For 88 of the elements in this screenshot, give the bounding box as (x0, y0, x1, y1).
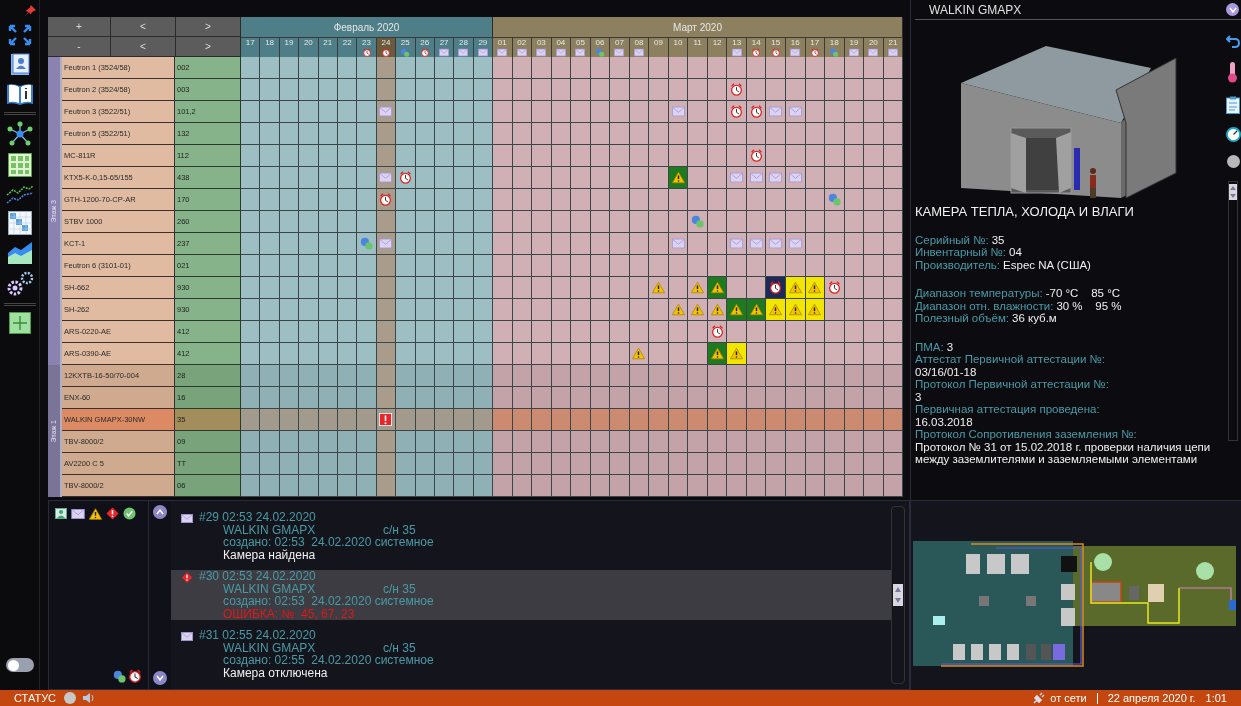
day-header[interactable]: 18 (260, 37, 280, 57)
day-header[interactable]: 09 (649, 37, 669, 57)
day-header[interactable]: 17 (241, 37, 261, 57)
nav-button[interactable]: - (48, 37, 111, 57)
day-header[interactable]: 23 (357, 37, 377, 57)
device-name: WALKIN GMAPX (223, 582, 317, 595)
day-header[interactable]: 11 (688, 37, 708, 57)
day-header[interactable]: 07 (610, 37, 630, 57)
log-entry[interactable]: #31 02:55 24.02.2020 WALKIN GMAPX с/н 35 создано: 02:55 24.02.2020 системное Камера отключена (171, 629, 891, 679)
day-header[interactable]: 16 (785, 37, 806, 57)
log-message: Камера отключена (222, 666, 329, 679)
field-label: Инвентарный №: (915, 246, 1007, 259)
day-header[interactable]: 18 (825, 37, 845, 57)
nav-button[interactable]: + (48, 17, 111, 37)
field-label: Серийный №: (915, 233, 989, 246)
field-label: Производитель: (915, 258, 1001, 271)
field-label: Полезный объём: (915, 312, 1010, 325)
day-header[interactable]: 28 (454, 37, 474, 57)
day-header[interactable]: 20 (864, 37, 884, 57)
device-name: WALKIN GMAPX (223, 523, 317, 536)
field-label: Диапазон отн. влажности: (915, 299, 1054, 312)
status-label: СТАТУС (14, 690, 57, 706)
field-value: 03/16/01-18 (915, 365, 978, 378)
day-header[interactable]: 01 (493, 37, 513, 57)
field-label: ПМА: (915, 340, 944, 353)
log-entry-header: #30 02:53 24.02.2020 (199, 570, 317, 583)
day-header[interactable]: 27 (434, 37, 455, 57)
day-header[interactable]: 21 (883, 37, 904, 57)
log-entry-header: #29 02:53 24.02.2020 (199, 511, 317, 524)
status-time: 1:01 (1205, 690, 1227, 706)
field-value: Протокол № 31 от 15.02.2018 г. проверки наличия цепи между заземлителями и заземляемыми элементами (915, 440, 1212, 466)
field-value: 35 (991, 233, 1005, 246)
day-header[interactable]: 19 (844, 37, 865, 57)
created-info: создано: 02:53 24.02.2020 системное (222, 536, 434, 549)
day-header[interactable]: 15 (766, 37, 786, 57)
day-header[interactable]: 22 (337, 37, 358, 57)
log-entry[interactable]: #29 02:53 24.02.2020 WALKIN GMAPX с/н 35 создано: 02:53 24.02.2020 системное Камера найдена (171, 511, 891, 561)
field-value: Espec NA (США) (1003, 258, 1091, 271)
nav-button[interactable]: > (176, 37, 241, 57)
power-source: от сети (1050, 690, 1087, 706)
field-value: -70 °C 85 °C (1045, 287, 1121, 300)
day-header[interactable]: 17 (805, 37, 826, 57)
device-heading: КАМЕРА ТЕПЛА, ХОЛОДА И ВЛАГИ (915, 203, 1135, 221)
day-header[interactable]: 24 (376, 37, 397, 57)
device-name: WALKIN GMAPX (223, 641, 317, 654)
day-header[interactable]: 05 (571, 37, 591, 57)
day-header[interactable]: 29 (473, 37, 494, 57)
log-message: Камера найдена (222, 548, 317, 561)
day-header[interactable]: 19 (279, 37, 300, 57)
nav-button[interactable]: > (176, 17, 241, 37)
day-header[interactable]: 13 (727, 37, 747, 57)
field-value: 04 (1009, 246, 1022, 259)
field-value: 36 куб.м (1012, 312, 1057, 325)
day-header[interactable]: 08 (629, 37, 650, 57)
log-entry-header: #31 02:55 24.02.2020 (199, 629, 317, 642)
nav-button[interactable]: < (111, 17, 176, 37)
field-label: Диапазон температуры: (915, 287, 1043, 300)
day-header[interactable]: 06 (590, 37, 611, 57)
day-header[interactable]: 03 (532, 37, 552, 57)
field-label: Первичная аттестация проведена: (915, 403, 1101, 416)
panel-title: WALKIN GMAPX (929, 1, 1023, 19)
day-header[interactable]: 21 (318, 37, 338, 57)
log-entry[interactable]: #30 02:53 24.02.2020 WALKIN GMAPX с/н 35 создано: 02:53 24.02.2020 системное ОШИБКА: № 45, 67, 23 (171, 570, 891, 620)
day-header[interactable]: 25 (396, 37, 416, 57)
field-value: 3 (915, 390, 923, 403)
serial-number: с/н 35 (383, 641, 416, 654)
day-header[interactable]: 04 (551, 37, 572, 57)
log-message: ОШИБКА: № 45, 67, 23 (222, 607, 356, 620)
field-value: 30 % 95 % (1056, 299, 1122, 312)
day-header[interactable]: 20 (299, 37, 319, 57)
serial-number: с/н 35 (383, 523, 416, 536)
field-value: 16.03.2018 (915, 415, 974, 428)
created-info: создано: 02:55 24.02.2020 системное (222, 654, 434, 667)
serial-number: с/н 35 (383, 582, 416, 595)
day-header[interactable]: 02 (512, 37, 533, 57)
field-label: Протокол Первичной аттестации №: (915, 378, 1110, 391)
nav-button[interactable]: < (111, 37, 176, 57)
day-header[interactable]: 12 (707, 37, 728, 57)
month-header: Март 2020 (493, 17, 903, 37)
field-label: Протокол Сопротивления заземления №: (915, 428, 1138, 441)
field-label: Аттестат Первичной аттестации №: (915, 353, 1107, 366)
field-value: 3 (946, 340, 954, 353)
day-header[interactable]: 10 (668, 37, 689, 57)
day-header[interactable]: 26 (415, 37, 435, 57)
created-info: создано: 02:53 24.02.2020 системное (222, 595, 434, 608)
month-header: Февраль 2020 (241, 17, 493, 37)
day-header[interactable]: 14 (746, 37, 767, 57)
status-date: 22 апреля 2020 г. (1107, 690, 1196, 706)
